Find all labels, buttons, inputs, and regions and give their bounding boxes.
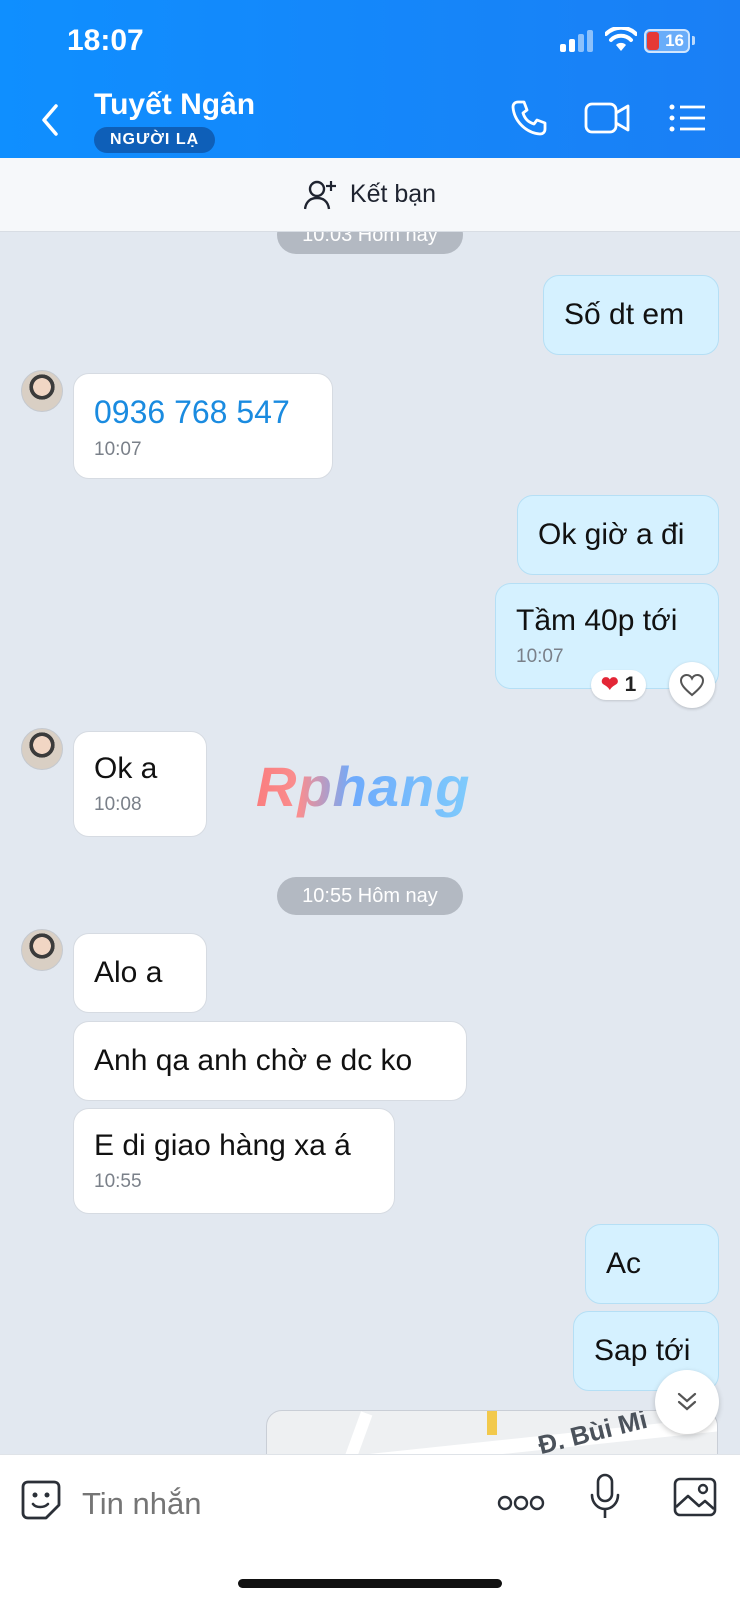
battery-icon: 16: [644, 29, 690, 53]
phone-call-icon[interactable]: [509, 98, 549, 138]
heart-icon: ❤: [601, 673, 619, 696]
scroll-to-bottom-button[interactable]: [655, 1370, 719, 1434]
cellular-signal-icon: [560, 30, 596, 52]
date-divider: 10:55 Hôm nay: [277, 877, 463, 915]
contact-avatar[interactable]: [21, 370, 63, 412]
back-chevron-icon[interactable]: [36, 100, 66, 140]
message-list[interactable]: 10:03 Hôm nay Số dt em 0936 768 547 10:0…: [0, 232, 740, 1454]
outgoing-message[interactable]: Ok giờ a đi: [517, 495, 719, 575]
home-indicator: [238, 1579, 502, 1588]
outgoing-message[interactable]: Số dt em: [543, 275, 719, 355]
message-input[interactable]: [82, 1477, 462, 1531]
add-friend-label: Kết bạn: [349, 180, 437, 208]
wifi-icon: [605, 27, 637, 51]
sticker-emoji-icon[interactable]: [20, 1479, 62, 1521]
message-time: 10:08: [94, 794, 142, 815]
message-time: 10:07: [94, 439, 142, 460]
outgoing-message[interactable]: Ac: [585, 1224, 719, 1304]
double-chevron-down-icon: [677, 1392, 697, 1411]
message-time: 10:07: [516, 646, 564, 667]
battery-level: 16: [665, 31, 684, 50]
contact-avatar[interactable]: [21, 929, 63, 971]
menu-list-icon[interactable]: [669, 98, 707, 138]
location-map-card[interactable]: Đ. Bùi Mi: [266, 1410, 718, 1454]
stranger-badge: NGƯỜI LẠ: [94, 127, 216, 153]
contact-name[interactable]: Tuyết Ngân: [94, 88, 255, 122]
status-time: 18:07: [67, 24, 144, 57]
reaction-badge[interactable]: ❤ 1: [591, 670, 647, 700]
message-input-bar: [0, 1454, 740, 1600]
add-person-icon: [303, 180, 336, 209]
date-divider: 10:03 Hôm nay: [277, 232, 463, 254]
phone-number-link[interactable]: 0936 768 547: [94, 394, 312, 431]
contact-avatar[interactable]: [21, 728, 63, 770]
map-street-label: Đ. Bùi Mi: [534, 1410, 651, 1454]
incoming-message[interactable]: Alo a: [73, 933, 207, 1013]
heart-outline-icon: [679, 673, 705, 697]
incoming-message[interactable]: E di giao hàng xa á 10:55: [73, 1108, 395, 1214]
like-heart-button[interactable]: [669, 662, 715, 708]
microphone-icon[interactable]: [589, 1473, 621, 1521]
incoming-message[interactable]: 0936 768 547 10:07: [73, 373, 333, 479]
message-time: 10:55: [94, 1171, 142, 1192]
more-options-icon[interactable]: [497, 1495, 545, 1511]
chat-header: 18:07 16 Tuyết Ngân NGƯỜI LẠ: [0, 0, 740, 158]
watermark-logo: Rphang: [256, 755, 471, 818]
add-friend-button[interactable]: Kết bạn: [0, 158, 740, 232]
incoming-message[interactable]: Anh qa anh chờ e dc ko: [73, 1021, 467, 1101]
incoming-message[interactable]: Ok a 10:08: [73, 731, 207, 837]
image-gallery-icon[interactable]: [673, 1477, 717, 1517]
video-call-icon[interactable]: [584, 98, 630, 138]
